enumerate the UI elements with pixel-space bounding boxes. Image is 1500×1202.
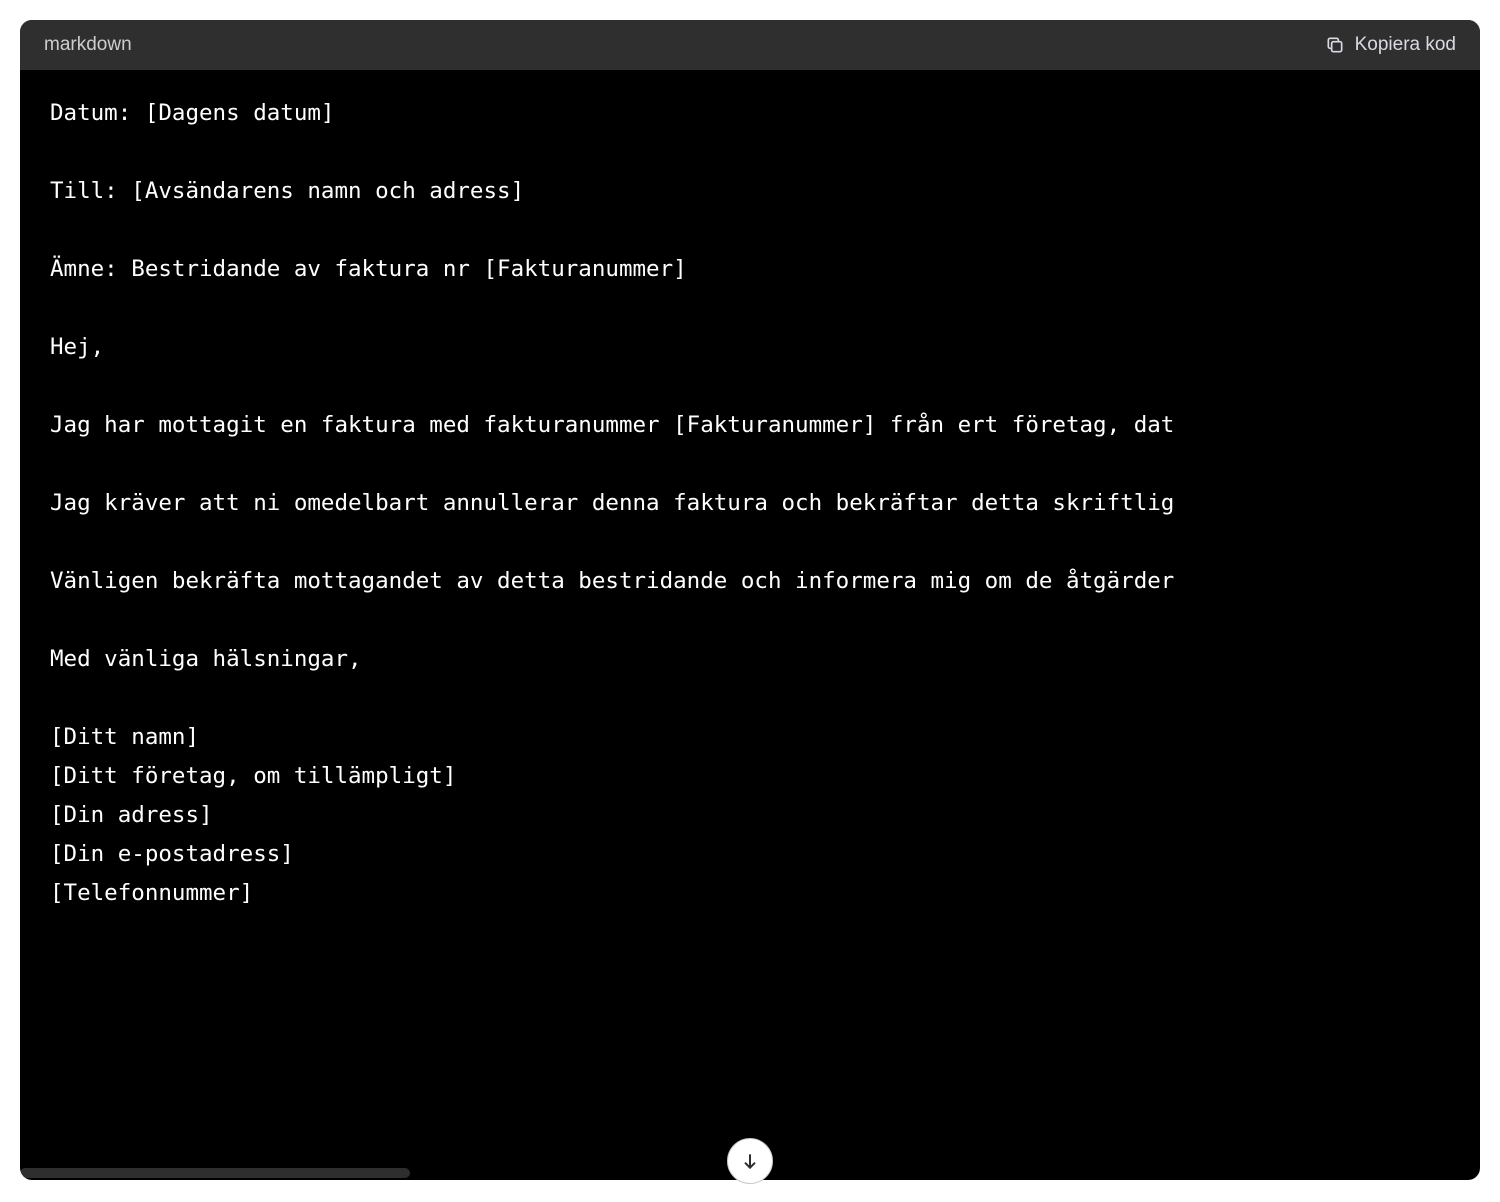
code-text: Datum: [Dagens datum] Till: [Avsändarens… [50,94,1450,913]
arrow-down-icon [740,1151,760,1171]
copy-code-button[interactable]: Kopiera kod [1325,34,1456,56]
code-content-area[interactable]: Datum: [Dagens datum] Till: [Avsändarens… [20,70,1480,1180]
scroll-down-button[interactable] [727,1138,773,1184]
horizontal-scrollbar-thumb[interactable] [20,1168,410,1178]
copy-code-label: Kopiera kod [1355,34,1456,56]
code-block: markdown Kopiera kod Datum: [Dagens datu… [20,20,1480,1180]
code-language-label: markdown [44,34,132,56]
copy-icon [1325,35,1345,55]
code-block-header: markdown Kopiera kod [20,20,1480,70]
